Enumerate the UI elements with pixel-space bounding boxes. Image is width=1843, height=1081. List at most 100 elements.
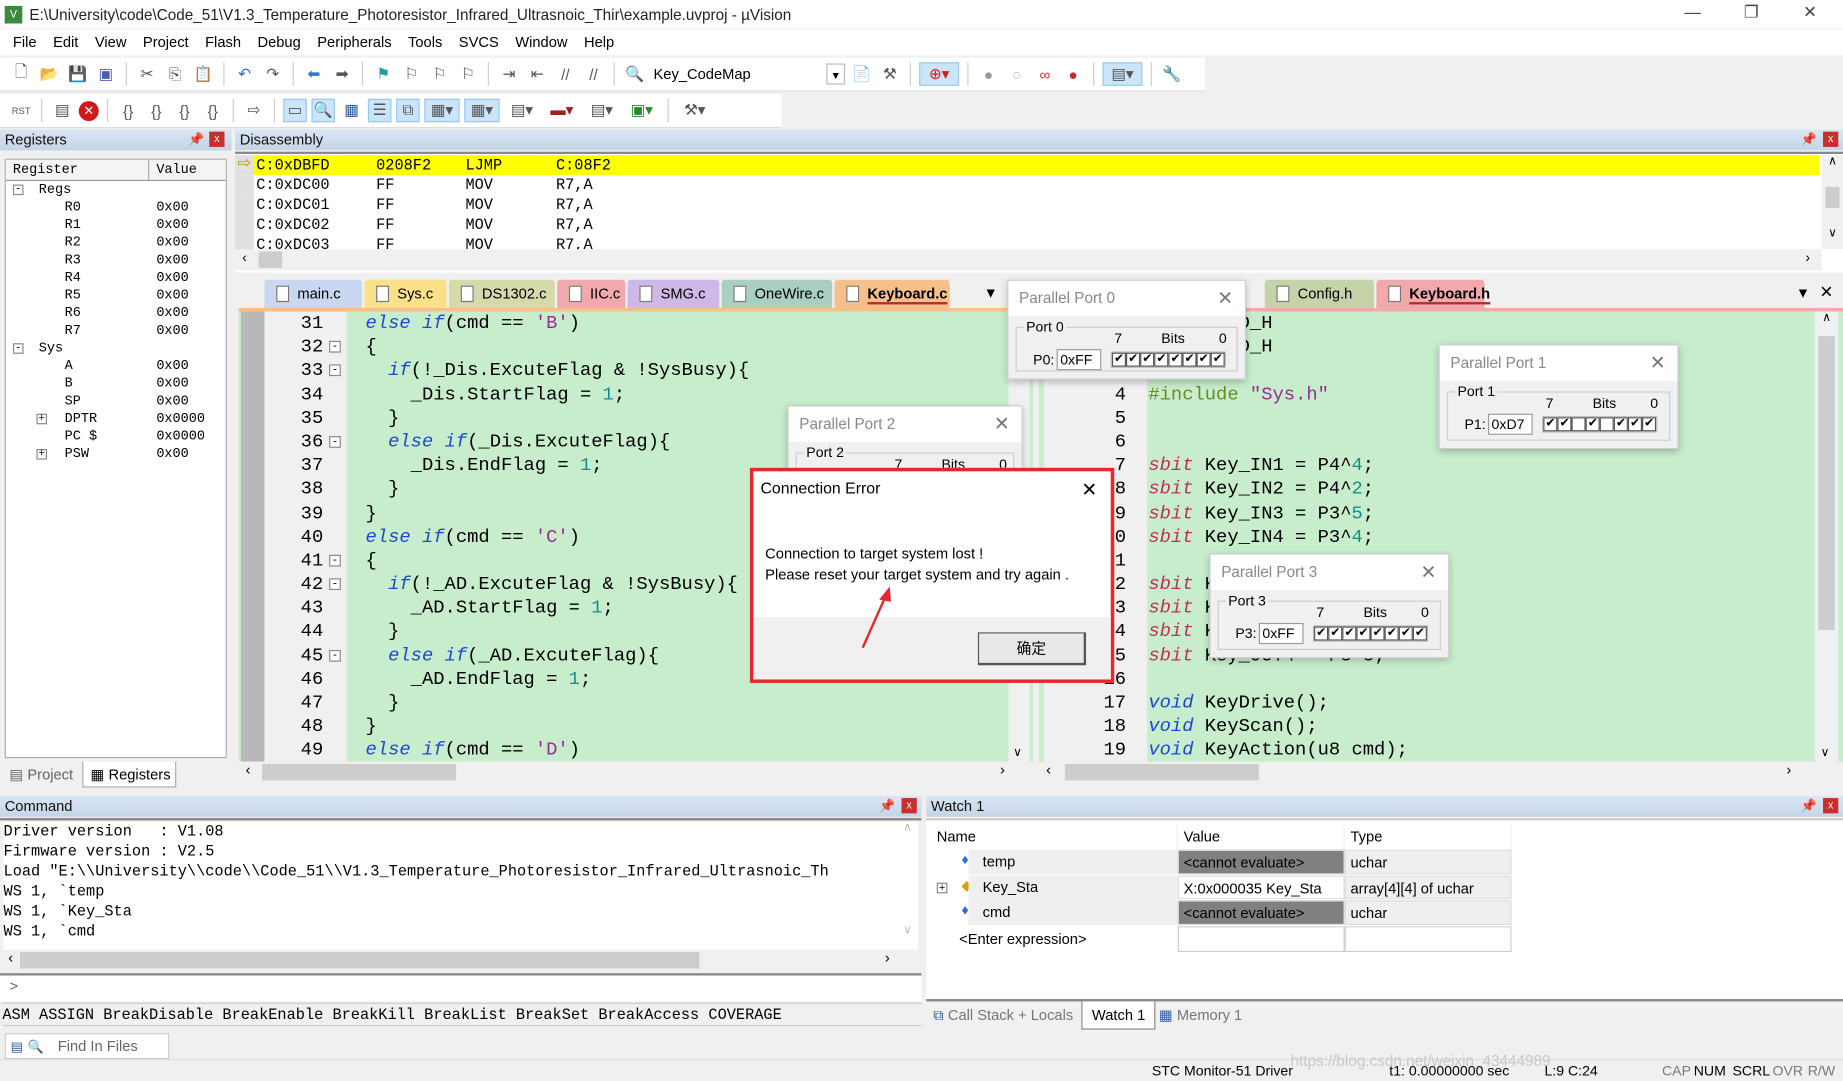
serial-windows-icon[interactable]: ▤▾ — [504, 99, 539, 123]
breakpoint-disable-all-icon[interactable]: ∞ — [1033, 62, 1057, 86]
close-window-button[interactable]: ✕ — [1792, 2, 1827, 26]
command-window-icon[interactable]: ▭ — [283, 98, 307, 123]
register-row[interactable]: R1 0x00 — [6, 216, 226, 234]
system-viewer-icon[interactable]: ▣▾ — [624, 99, 659, 123]
tab-call-stack-locals[interactable]: ⧉ Call Stack + Locals — [933, 1004, 1073, 1029]
tab-keyboard-h[interactable]: Keyboard.h — [1376, 279, 1491, 308]
menu-window[interactable]: Window — [507, 34, 576, 50]
port-bit-checkbox[interactable]: ✔ — [1412, 626, 1427, 641]
close-icon[interactable]: ✕ — [994, 413, 1010, 437]
port-bit-checkbox[interactable]: ✔ — [1627, 417, 1643, 432]
trace-windows-icon[interactable]: ▤▾ — [584, 99, 619, 123]
save-all-icon[interactable]: ▣ — [94, 62, 118, 86]
disassembly-row[interactable]: C:0xDC01 FF MOV R7,A — [235, 195, 1820, 216]
bookmark-icon[interactable]: ⚑ — [371, 62, 395, 86]
tab-watch-1[interactable]: Watch 1 — [1081, 1001, 1156, 1030]
menu-tools[interactable]: Tools — [400, 34, 451, 50]
dialog-close-icon[interactable]: ✕ — [1081, 478, 1097, 502]
breakpoint-icon[interactable]: ● — [977, 62, 1001, 86]
tab-main-c[interactable]: main.c — [264, 279, 363, 308]
run-icon[interactable]: ▤ — [51, 99, 75, 123]
editor-left-hscroll[interactable]: ‹ › — [238, 761, 1034, 783]
port-bit-checkbox[interactable]: ✔ — [1642, 417, 1657, 432]
close-icon[interactable]: x — [901, 798, 917, 814]
collapse-icon[interactable]: - — [12, 343, 24, 354]
port-bit-checkbox[interactable]: ✔ — [1196, 352, 1211, 367]
register-row[interactable]: R4 0x00 — [6, 269, 226, 287]
tab-list-dropdown-icon[interactable]: ▼ — [984, 284, 998, 300]
pin-icon[interactable]: 📌 — [879, 798, 895, 813]
parallel-port-1-window[interactable]: Parallel Port 1 ✕ Port 1 7 Bits 0 P1: 0xD7 ✔ ✔ ✔ ✔ ✔… — [1438, 344, 1679, 449]
copy-icon[interactable]: ⎘ — [163, 62, 187, 86]
register-row[interactable]: + PSW 0x00 — [6, 445, 226, 463]
minimize-button[interactable]: — — [1675, 2, 1710, 26]
incremental-find-icon[interactable]: 📄 — [850, 62, 874, 86]
port-bit-checkbox[interactable]: ✔ — [1384, 626, 1399, 641]
fold-collapse-icon[interactable]: - — [329, 364, 341, 377]
port-bit-checkbox[interactable]: ✔ — [1370, 626, 1385, 641]
port-bit-checkbox[interactable]: ✔ — [1314, 626, 1329, 641]
breakpoint-kill-all-icon[interactable]: ● — [1061, 62, 1085, 86]
menu-debug[interactable]: Debug — [249, 34, 309, 50]
paste-icon[interactable]: 📋 — [192, 62, 216, 86]
step-out-icon[interactable]: {} — [173, 99, 197, 123]
breakpoint-disable-icon[interactable]: ○ — [1005, 62, 1029, 86]
tab-memory-1[interactable]: ▦ Memory 1 — [1159, 1004, 1242, 1029]
watch-col-name[interactable]: Name — [931, 823, 1178, 850]
register-row[interactable]: A 0x00 — [6, 357, 226, 375]
uncomment-icon[interactable]: // — [582, 62, 606, 86]
port-value-input[interactable]: 0xD7 — [1488, 413, 1533, 435]
watch-col-type[interactable]: Type — [1345, 823, 1512, 850]
menu-view[interactable]: View — [87, 34, 135, 50]
port-bit-checkbox[interactable]: ✔ — [1585, 417, 1600, 432]
configure-icon[interactable]: 🔧 — [1160, 62, 1184, 86]
command-hscroll[interactable]: ‹ › — [3, 949, 918, 971]
cut-icon[interactable]: ✂ — [135, 62, 159, 86]
watch-value[interactable]: X:0x000035 Key_Sta — [1177, 875, 1345, 900]
step-over-icon[interactable]: {} — [145, 99, 169, 123]
analysis-windows-icon[interactable]: ▬▾ — [544, 99, 579, 123]
editor-right-vscroll[interactable]: ∧ ∨ — [1814, 311, 1839, 762]
port-bit-checkbox[interactable]: ✔ — [1126, 352, 1141, 367]
nav-forward-icon[interactable]: ➡ — [330, 62, 354, 86]
tab-onewire-c[interactable]: OneWire.c — [721, 279, 833, 308]
build-output-icon[interactable]: ▤ — [11, 1038, 23, 1054]
close-icon[interactable]: x — [209, 131, 225, 147]
port-bit-checkbox[interactable]: ✔ — [1154, 352, 1169, 367]
expand-icon[interactable]: + — [36, 448, 48, 460]
menu-file[interactable]: File — [5, 34, 45, 50]
port-bit-checkbox[interactable]: ✔ — [1168, 352, 1183, 367]
disassembly-hscroll[interactable]: ‹ › — [235, 249, 1822, 271]
port-value-input[interactable]: 0xFF — [1258, 622, 1304, 645]
memory-windows-icon[interactable]: ▦▾ — [464, 98, 500, 123]
register-row[interactable]: SP 0x00 — [6, 393, 226, 411]
tab-list-dropdown-icon[interactable]: ▼ — [1796, 284, 1810, 300]
register-row[interactable]: R7 0x00 — [6, 322, 226, 340]
port-bit-checkbox[interactable]: ✔ — [1543, 417, 1558, 432]
port-bit-checkbox[interactable]: ✔ — [1613, 417, 1628, 432]
fold-collapse-icon[interactable]: - — [329, 435, 341, 448]
tab-keyboard-c[interactable]: Keyboard.c — [834, 279, 950, 308]
port-bit-checkbox[interactable] — [1571, 417, 1586, 432]
collapse-icon[interactable]: - — [12, 184, 24, 196]
menu-edit[interactable]: Edit — [45, 34, 87, 50]
disassembly-window-icon[interactable]: 🔍 — [311, 98, 335, 123]
watch-row[interactable]: ♦ cmd <cannot evaluate> uchar — [930, 900, 1514, 926]
tab-smg-c[interactable]: SMG.c — [627, 279, 720, 308]
port-bit-checkbox[interactable]: ✔ — [1182, 352, 1197, 367]
debug-find-icon[interactable]: ⚒ — [878, 62, 902, 86]
expand-icon[interactable]: + — [936, 882, 948, 893]
fold-collapse-icon[interactable]: - — [329, 341, 341, 353]
toolbox-icon[interactable]: ⚒▾ — [677, 99, 712, 123]
unindent-icon[interactable]: ⇤ — [525, 62, 549, 86]
expand-icon[interactable]: + — [36, 413, 48, 425]
command-input[interactable]: > — [0, 975, 922, 1002]
editor-right-hscroll[interactable]: ‹ › — [1039, 761, 1815, 783]
fold-collapse-icon[interactable]: - — [329, 554, 341, 567]
command-vscroll[interactable]: ∧ ∨ — [896, 821, 918, 951]
menu-flash[interactable]: Flash — [197, 34, 249, 50]
step-into-icon[interactable]: {} — [116, 99, 140, 123]
close-icon[interactable]: x — [1823, 798, 1839, 814]
pin-icon[interactable]: 📌 — [1801, 132, 1817, 147]
port-bit-checkbox[interactable]: ✔ — [1328, 626, 1343, 641]
